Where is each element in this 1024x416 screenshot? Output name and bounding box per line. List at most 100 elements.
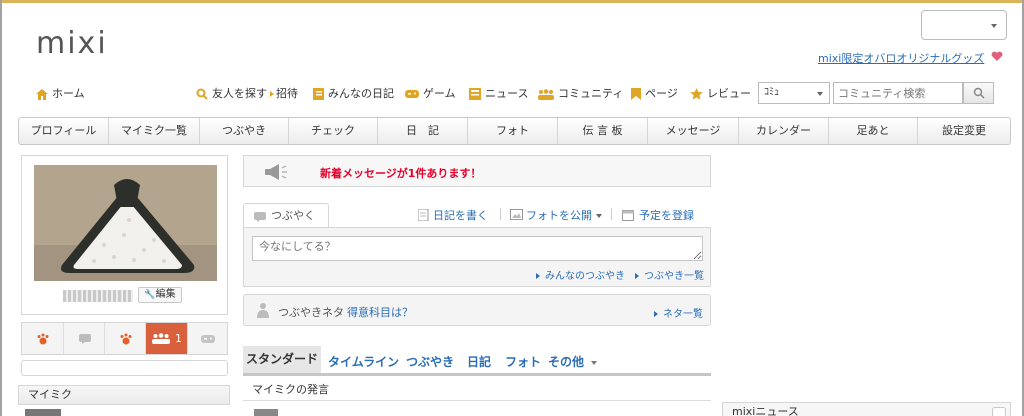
search-icon — [196, 88, 208, 100]
status-message-bar[interactable] — [21, 360, 228, 376]
megaphone-icon — [265, 164, 287, 180]
diary-icon — [313, 88, 324, 100]
edit-profile-button[interactable]: 🔧編集 — [138, 287, 182, 303]
nav-home[interactable]: ホーム — [36, 86, 85, 102]
main-tabs: プロフィール マイミク一覧 つぶやき チェック 日 記 フォト 伝 言 板 メッ… — [18, 117, 1011, 145]
feed-subheading: マイミクの発言 — [243, 379, 711, 401]
everyone-tsubuyaki-label: みんなのつぶやき — [545, 271, 625, 282]
mymixi-thumbnail[interactable] — [25, 409, 61, 416]
tab-footprints[interactable]: 足あと — [829, 118, 918, 144]
feed-item-thumbnail[interactable] — [254, 409, 278, 416]
paw-icon — [37, 333, 49, 345]
person-icon — [257, 303, 269, 318]
topic-list-link[interactable]: ネタ一覧 — [654, 305, 703, 320]
home-icon — [36, 88, 48, 100]
publish-photo-link[interactable]: フォトを公開 — [526, 207, 592, 223]
photo-icon — [510, 209, 523, 220]
game-button[interactable] — [188, 323, 228, 354]
paw-icon — [120, 333, 132, 345]
topic-question-link[interactable]: 得意科目は？ — [347, 304, 413, 320]
tab-settings[interactable]: 設定変更 — [918, 118, 1010, 144]
chevron-down-icon — [591, 360, 598, 365]
tsubuyaki-topic-bar: つぶやきネタ 得意科目は？ ネタ一覧 — [243, 294, 711, 326]
nav-find-friends[interactable]: 友人を探す — [196, 86, 267, 102]
new-message-notice[interactable]: 新着メッセージが1件あります！ — [320, 165, 481, 181]
search-scope-value: ｺﾐｭ — [764, 87, 779, 98]
diary-pencil-icon — [418, 209, 429, 221]
star-icon — [690, 88, 703, 100]
chevron-down-icon — [817, 92, 823, 96]
window-frame-left — [0, 0, 2, 416]
footprint-button[interactable] — [22, 323, 64, 354]
nav-everyone-diary-label: みんなの日記 — [328, 87, 394, 100]
nav-news[interactable]: ニュース — [469, 86, 528, 102]
community-icon — [538, 88, 554, 100]
nav-page[interactable]: ページ — [631, 86, 678, 102]
feed-tab-other-label: その他 — [548, 355, 585, 369]
tab-tsubuyaki[interactable]: つぶやき — [200, 118, 289, 144]
mixi-logo[interactable]: mixi — [36, 26, 108, 61]
search-scope-select[interactable]: ｺﾐｭ — [758, 82, 830, 104]
tab-message-board[interactable]: 伝 言 板 — [558, 118, 648, 144]
notification-bar: 新着メッセージが1件あります！ — [243, 155, 711, 187]
tsubuyaku-tab[interactable]: つぶやく — [243, 203, 329, 228]
profile-image — [34, 165, 217, 281]
chat-bubble-icon — [254, 212, 266, 222]
register-schedule-link[interactable]: 予定を登録 — [639, 207, 694, 223]
heart-icon — [991, 51, 1003, 61]
username-obscured — [63, 290, 133, 302]
nav-everyone-diary[interactable]: みんなの日記 — [313, 86, 394, 102]
feed-tab-timeline[interactable]: タイムライン — [328, 353, 399, 370]
account-select[interactable] — [921, 10, 1007, 40]
search-button[interactable] — [963, 82, 994, 104]
paw-button[interactable] — [105, 323, 146, 354]
write-diary-link[interactable]: 日記を書く — [433, 207, 488, 223]
nav-invite[interactable]: 招待 — [270, 86, 298, 102]
gamepad-icon — [405, 90, 419, 98]
news-toggle-button[interactable] — [992, 407, 1006, 416]
feed-tab-diary[interactable]: 日記 — [467, 353, 491, 370]
chevron-down-icon — [596, 214, 602, 218]
promo-link[interactable]: mixi限定オバロオリジナルグッズ — [818, 50, 984, 66]
calendar-icon — [622, 210, 634, 221]
nav-community-label: コミュニティ — [558, 87, 624, 100]
news-title: mixiニュース — [732, 405, 799, 416]
arrow-right-icon — [635, 273, 639, 279]
nav-home-label: ホーム — [52, 87, 85, 100]
tab-message[interactable]: メッセージ — [648, 118, 739, 144]
feed-tab-standard[interactable]: スタンダード — [243, 346, 321, 373]
search-icon — [973, 87, 985, 99]
tab-mymixi-list[interactable]: マイミク一覧 — [109, 118, 200, 144]
feed-tab-photo[interactable]: フォト — [505, 353, 541, 370]
profile-photo[interactable] — [34, 165, 217, 281]
mixi-news-header: mixiニュース — [722, 402, 1011, 416]
friend-request-button[interactable]: 1 — [146, 323, 188, 354]
everyone-tsubuyaki-link[interactable]: みんなのつぶやき — [536, 267, 625, 282]
tab-profile[interactable]: プロフィール — [19, 118, 109, 144]
edit-label: 編集 — [155, 289, 176, 300]
tsubuyaki-list-link[interactable]: つぶやき一覧 — [635, 267, 704, 282]
nav-community[interactable]: コミュニティ — [538, 86, 623, 102]
community-icon — [152, 333, 170, 344]
divider — [500, 208, 501, 220]
community-search-input[interactable] — [833, 82, 963, 104]
nav-game-label: ゲーム — [423, 87, 456, 100]
nav-review[interactable]: レビュー — [690, 86, 751, 102]
tab-calendar[interactable]: カレンダー — [739, 118, 829, 144]
tab-diary[interactable]: 日 記 — [378, 118, 468, 144]
nav-find-friends-label: 友人を探す — [212, 87, 267, 100]
topic-list-label: ネタ一覧 — [663, 309, 703, 320]
nav-news-label: ニュース — [485, 87, 529, 100]
nav-page-label: ページ — [645, 87, 678, 100]
nav-review-label: レビュー — [707, 87, 751, 100]
friend-request-count: 1 — [175, 332, 182, 345]
topic-label: つぶやきネタ — [278, 306, 344, 319]
feed-tab-other[interactable]: その他 — [548, 353, 598, 370]
tab-photo[interactable]: フォト — [468, 118, 558, 144]
tsubuyaki-input[interactable] — [252, 236, 703, 261]
feed-tab-tsubuyaki[interactable]: つぶやき — [406, 353, 454, 370]
nav-game[interactable]: ゲーム — [405, 86, 456, 102]
tab-check[interactable]: チェック — [289, 118, 378, 144]
tsubuyaku-tab-label: つぶやく — [271, 209, 315, 222]
message-button[interactable] — [64, 323, 105, 354]
